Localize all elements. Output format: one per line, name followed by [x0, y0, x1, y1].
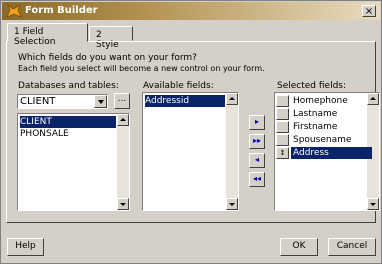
remove-field-button[interactable]: ◂ — [249, 153, 265, 168]
selected-field-label: Homephone — [293, 96, 348, 106]
scroll-down-icon[interactable] — [367, 198, 379, 210]
selected-fields-label: Selected fields: — [277, 81, 347, 91]
tab-style[interactable]: 2 Style — [89, 26, 133, 50]
scroll-up-icon[interactable] — [226, 93, 238, 105]
help-button-label: Help — [15, 241, 36, 251]
tables-scrollbar[interactable] — [117, 114, 129, 210]
ok-button[interactable]: OK — [280, 238, 318, 256]
close-button[interactable]: × — [362, 5, 376, 17]
add-all-button[interactable]: ▸▸ — [249, 134, 265, 149]
list-item[interactable]: PHONSALE — [20, 128, 69, 140]
window-title: Form Builder — [25, 5, 98, 16]
tab-field-selection[interactable]: 1 Field Selection — [7, 23, 88, 47]
list-item[interactable]: Addressid — [145, 95, 225, 107]
selected-field-label: Spousename — [293, 135, 352, 145]
tab-field-selection-label: 1 Field Selection — [14, 27, 56, 47]
selected-field-label: Address — [291, 147, 372, 159]
ok-button-label: OK — [292, 241, 306, 251]
chevron-down-icon[interactable] — [94, 95, 107, 108]
tables-list[interactable]: CLIENT PHONSALE — [17, 113, 130, 211]
drag-handle-icon[interactable] — [276, 95, 289, 107]
scroll-down-icon[interactable] — [226, 198, 238, 210]
scroll-down-icon[interactable] — [117, 198, 129, 210]
move-updown-icon[interactable]: ↕ — [276, 147, 289, 159]
browse-button[interactable]: ... — [114, 93, 130, 109]
database-select[interactable]: CLIENT — [17, 94, 108, 109]
selected-field-label: Lastname — [293, 109, 338, 119]
arrow-left-icon: ◂ — [254, 155, 259, 164]
double-arrow-left-icon: ◂◂ — [252, 174, 262, 183]
help-button[interactable]: Help — [7, 238, 44, 256]
remove-all-button[interactable]: ◂◂ — [249, 172, 265, 187]
available-fields-list[interactable]: Addressid — [142, 92, 239, 211]
drag-handle-icon[interactable] — [276, 134, 289, 146]
form-builder-window: Form Builder × 1 Field Selection 2 Style… — [0, 0, 382, 264]
scroll-up-icon[interactable] — [367, 93, 379, 105]
arrow-right-icon: ▸ — [254, 117, 259, 126]
database-select-value: CLIENT — [20, 96, 56, 107]
list-item[interactable]: CLIENT — [20, 116, 116, 128]
selected-field-label: Firstname — [293, 122, 338, 132]
drag-handle-icon[interactable] — [276, 108, 289, 120]
title-bar[interactable]: Form Builder × — [2, 2, 380, 20]
databases-label: Databases and tables: — [18, 81, 119, 91]
available-fields-label: Available fields: — [143, 81, 214, 91]
available-scrollbar[interactable] — [226, 93, 238, 210]
intro-question: Which fields do you want on your form? — [18, 53, 197, 63]
drag-handle-icon[interactable] — [276, 121, 289, 133]
cancel-button[interactable]: Cancel — [328, 238, 376, 256]
double-arrow-right-icon: ▸▸ — [252, 136, 262, 145]
cancel-button-label: Cancel — [336, 241, 368, 251]
fox-logo-icon — [6, 4, 22, 18]
intro-description: Each field you select will become a new … — [18, 64, 265, 73]
scroll-up-icon[interactable] — [117, 114, 129, 126]
add-field-button[interactable]: ▸ — [249, 115, 265, 130]
